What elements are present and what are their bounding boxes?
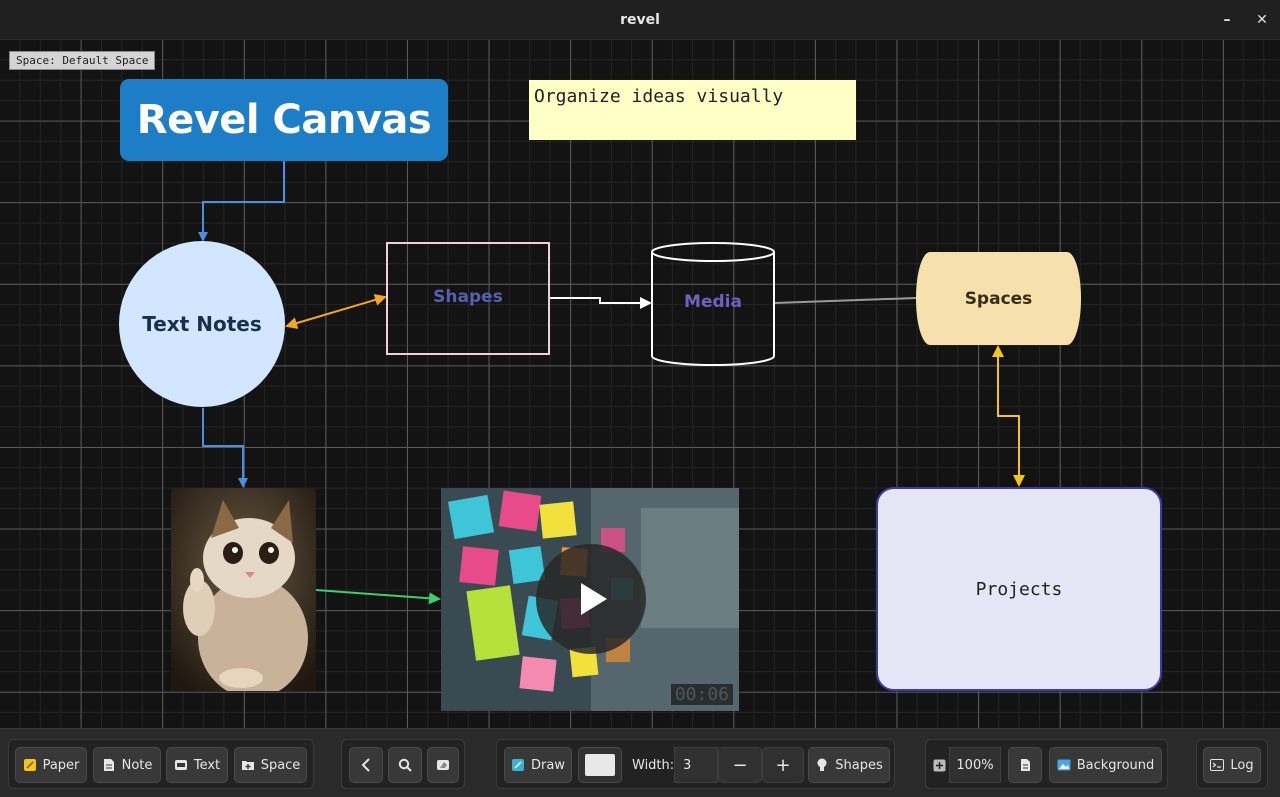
text-icon: [174, 758, 188, 772]
color-picker[interactable]: [578, 747, 622, 783]
log-label: Log: [1230, 757, 1254, 773]
shapes-label: Shapes: [835, 757, 883, 773]
width-input[interactable]: 3: [674, 747, 718, 783]
search-button[interactable]: [388, 747, 422, 783]
shapes-button[interactable]: Shapes: [808, 747, 890, 783]
note-icon: [102, 758, 116, 772]
draw-label: Draw: [531, 757, 565, 773]
add-folder-icon: [241, 758, 255, 772]
zoom-toggle[interactable]: [930, 747, 948, 783]
connector-shapes-media: [550, 297, 652, 309]
width-decrease-button[interactable]: −: [718, 747, 762, 783]
eraser-icon: [436, 758, 450, 772]
sticky-note[interactable]: Organize ideas visually: [529, 80, 856, 140]
paper-label: Paper: [42, 757, 80, 773]
rectangle-shape[interactable]: Shapes: [386, 242, 550, 355]
title-bar: revel – ✕: [0, 0, 1280, 40]
connector-image-video: [315, 589, 441, 605]
play-icon: [581, 583, 607, 615]
space-label: Space: [260, 757, 301, 773]
width-increase-button[interactable]: +: [762, 747, 804, 783]
minimize-button[interactable]: –: [1217, 10, 1237, 30]
image-icon: [1057, 758, 1071, 772]
space-indicator: Space: Default Space: [9, 51, 156, 70]
create-group: Paper Note Text Space: [8, 739, 314, 789]
cat-image[interactable]: [171, 488, 316, 691]
canvas[interactable]: Space: Default Space Revel Canvas Organi…: [0, 40, 1280, 728]
note-button[interactable]: Note: [93, 747, 161, 783]
view-group: 100% Background: [925, 739, 1168, 789]
search-icon: [398, 758, 412, 772]
zoom-level[interactable]: 100%: [949, 747, 1001, 783]
connector-spaces-projects: [992, 345, 1025, 487]
note-label: Note: [121, 757, 153, 773]
brush-icon: [511, 758, 525, 772]
draw-button[interactable]: Draw: [504, 747, 572, 783]
projects-box[interactable]: Projects: [876, 487, 1162, 691]
bulb-icon: [815, 758, 829, 772]
back-button[interactable]: [349, 747, 383, 783]
log-group: Log: [1196, 739, 1268, 789]
terminal-icon: [1210, 758, 1225, 772]
export-button[interactable]: [1008, 747, 1042, 783]
document-icon: [1018, 758, 1032, 772]
connector-notes-image: [202, 408, 248, 488]
draw-group: Draw Width: 3 − + Shapes: [496, 739, 895, 789]
background-button[interactable]: Background: [1049, 747, 1162, 783]
width-label: Width:: [632, 757, 675, 773]
circle-shape[interactable]: Text Notes: [119, 241, 285, 407]
nav-group: [341, 739, 465, 789]
title-block[interactable]: Revel Canvas: [120, 79, 448, 161]
log-button[interactable]: Log: [1203, 747, 1261, 783]
color-swatch: [585, 754, 615, 776]
window-title: revel: [620, 11, 660, 28]
paper-icon: [23, 758, 37, 772]
chevron-left-icon: [359, 758, 373, 772]
play-button[interactable]: [536, 544, 646, 654]
paper-button[interactable]: Paper: [15, 747, 87, 783]
video-player[interactable]: 00:06: [441, 488, 739, 711]
spaces-shape[interactable]: Spaces: [916, 252, 1081, 345]
eraser-button[interactable]: [427, 747, 459, 783]
connector-title-to-notes: [198, 161, 285, 242]
space-button[interactable]: Space: [234, 747, 307, 783]
video-timestamp: 00:06: [670, 684, 733, 705]
cylinder-label[interactable]: Media: [652, 292, 774, 312]
bottom-toolbar: Paper Note Text Space Draw Width: 3 − + …: [0, 728, 1280, 797]
close-button[interactable]: ✕: [1252, 10, 1272, 30]
connector-notes-shapes: [285, 294, 387, 329]
plus-box-icon: [932, 758, 946, 772]
text-button[interactable]: Text: [166, 747, 228, 783]
text-label: Text: [193, 757, 221, 773]
background-label: Background: [1076, 757, 1155, 773]
connector-media-spaces: [774, 297, 917, 304]
